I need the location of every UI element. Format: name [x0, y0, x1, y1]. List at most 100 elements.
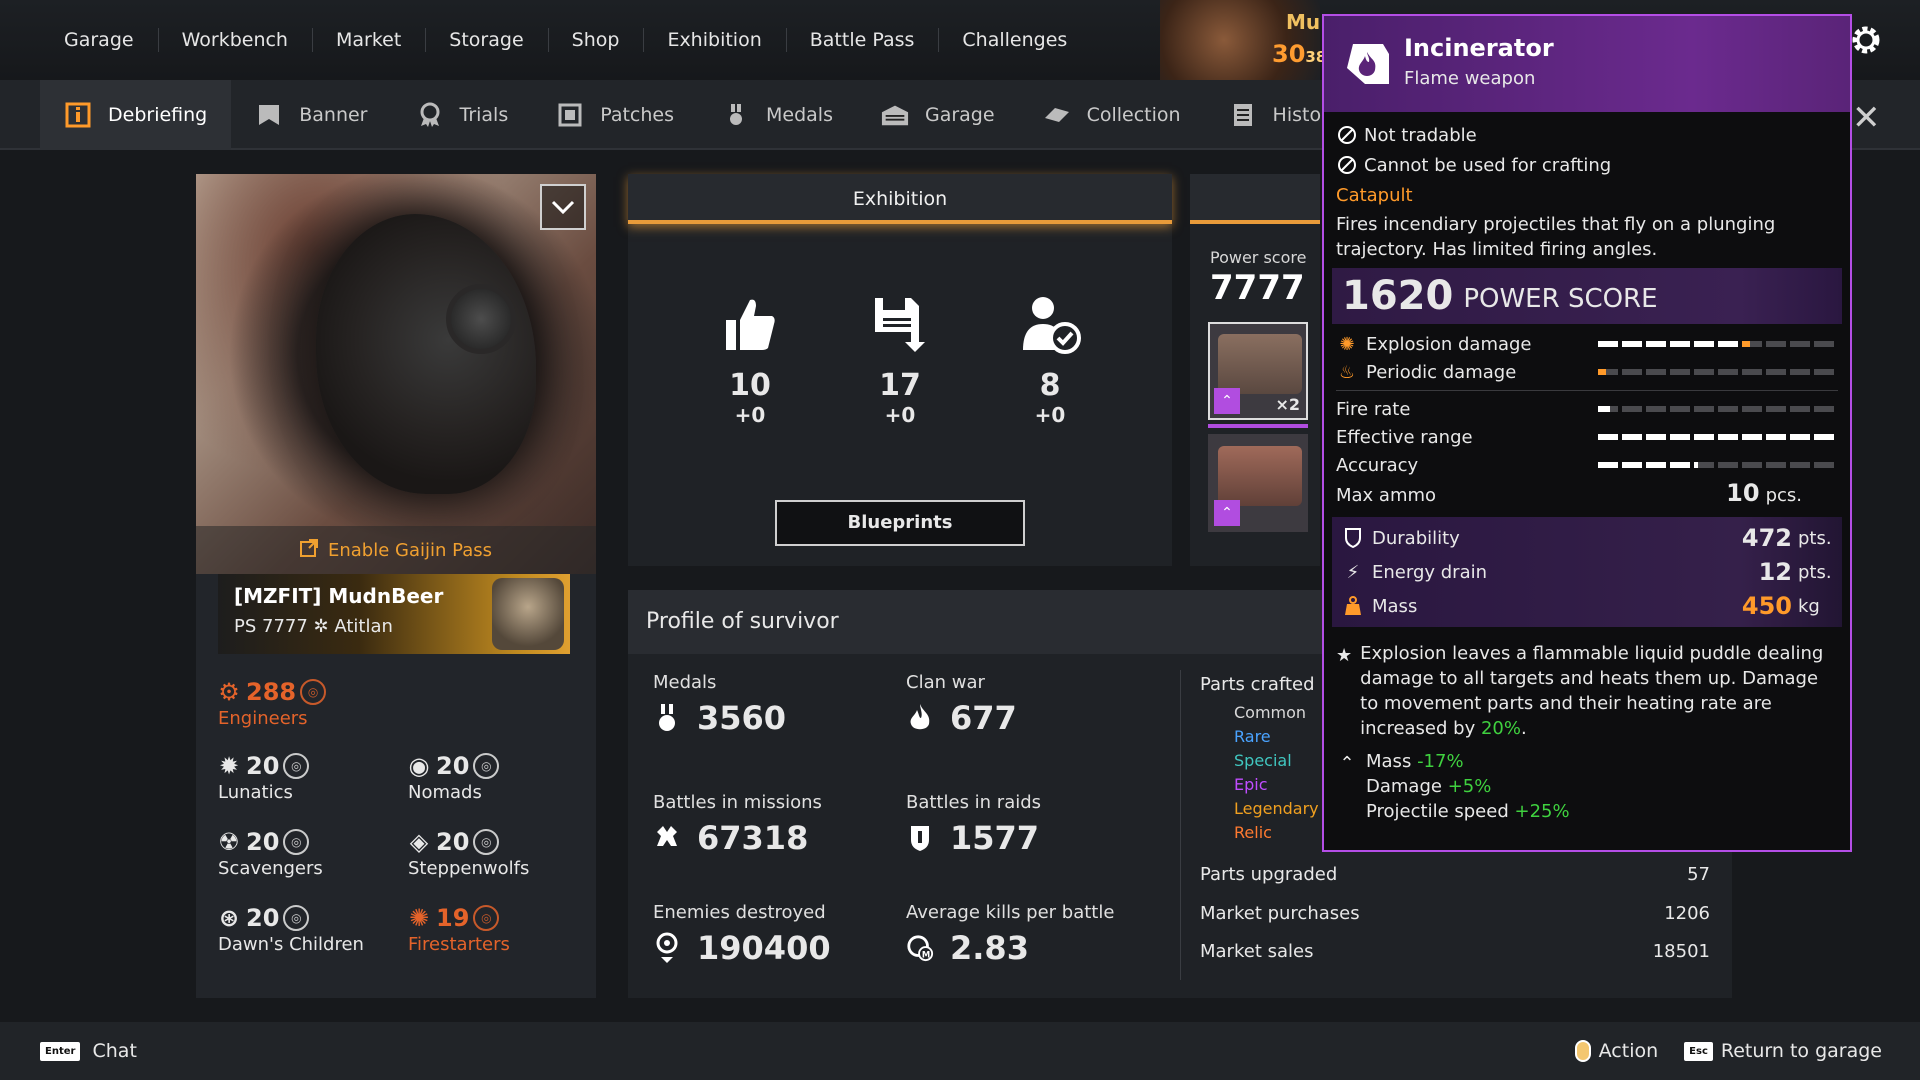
- power-panel-header: [1190, 174, 1320, 224]
- part-count: ×2: [1275, 395, 1300, 414]
- not-tradable-icon: [1336, 125, 1358, 145]
- portrait-dropdown-button[interactable]: [540, 184, 586, 230]
- engineers-icon: ⚙: [218, 678, 240, 706]
- bar-segment-fill: [1814, 434, 1834, 440]
- bar-segment: [1814, 369, 1834, 375]
- collection-icon: [1043, 101, 1071, 129]
- tab-banner[interactable]: Banner: [231, 80, 391, 150]
- nav-workbench[interactable]: Workbench: [157, 25, 312, 55]
- not-tradable-line: Not tradable: [1336, 120, 1838, 150]
- nav-shop[interactable]: Shop: [547, 25, 644, 55]
- bar-segment-fill: [1598, 462, 1618, 468]
- no-crafting-line: Cannot be used for crafting: [1336, 150, 1838, 180]
- gear-icon[interactable]: [1848, 22, 1884, 62]
- bar-segment: [1718, 462, 1738, 468]
- part-card-second[interactable]: ⌃: [1208, 434, 1308, 532]
- bar-segment: [1622, 341, 1642, 347]
- bar-segment: [1742, 462, 1762, 468]
- bar-segment: [1790, 434, 1810, 440]
- tab-label: Trials: [459, 104, 509, 126]
- bar-segment: [1718, 406, 1738, 412]
- steppenwolfs-icon: ◈: [409, 828, 429, 856]
- bar-segment: [1622, 434, 1642, 440]
- exhibition-saves: 17 +0: [840, 294, 960, 427]
- tab-patches[interactable]: Patches: [532, 80, 698, 150]
- gaijin-pass-label: Enable Gaijin Pass: [328, 539, 492, 561]
- power-score-panel: Power score 7777 ⌃ ×2 ⌃: [1190, 174, 1320, 566]
- rarity-special: Special: [1234, 751, 1292, 770]
- firestarters-icon: ✺: [408, 904, 430, 932]
- stat-avg-kills: Average kills per battle M 2.83: [906, 902, 1115, 967]
- missions-icon: [653, 824, 681, 852]
- tab-trials[interactable]: Trials: [392, 80, 533, 150]
- bar-segment: [1646, 406, 1666, 412]
- close-icon[interactable]: ✕: [1852, 98, 1881, 138]
- bar-segment: [1814, 462, 1834, 468]
- bar-segment-fill: [1646, 434, 1666, 440]
- bar-segment: [1742, 341, 1762, 347]
- action-button[interactable]: Action: [1574, 1040, 1658, 1062]
- bar-segment: [1646, 341, 1666, 347]
- epic-rarity-icon: ⌃: [1214, 500, 1240, 526]
- bar-segment: [1598, 341, 1618, 347]
- rank-ring-icon: ◎: [283, 905, 310, 931]
- bar-segment: [1598, 369, 1618, 375]
- lunatics-icon: ✹: [218, 752, 240, 780]
- epic-rarity-icon: ⌃: [1214, 388, 1240, 414]
- tab-label: Debriefing: [108, 104, 208, 126]
- nav-garage[interactable]: Garage: [40, 25, 158, 55]
- bar-periodic-damage: ♨ Periodic damage: [1336, 358, 1838, 386]
- patches-icon: [556, 101, 584, 129]
- tab-garage[interactable]: Garage: [857, 80, 1019, 150]
- player-nameplate: [MZFIT] MudnBeer PS 7777 ✲ Atitlan: [218, 574, 570, 654]
- chat-label: Chat: [92, 1040, 137, 1062]
- rarity-relic: Relic: [1234, 823, 1272, 842]
- return-label: Return to garage: [1720, 1040, 1882, 1062]
- bar-segment: [1646, 434, 1666, 440]
- bar-segment: [1694, 369, 1714, 375]
- faction-engineers: ⚙ 288 ◎ Engineers: [218, 678, 327, 729]
- bar-segment: [1670, 434, 1690, 440]
- bottom-actions: Action Esc Return to garage: [1574, 1040, 1882, 1062]
- blueprints-button[interactable]: Blueprints: [775, 500, 1025, 546]
- rarity-rare: Rare: [1234, 727, 1271, 746]
- tooltip-subtitle: Flame weapon: [1404, 68, 1536, 89]
- return-to-garage-button[interactable]: Esc Return to garage: [1684, 1040, 1882, 1062]
- bar-segment: [1766, 462, 1786, 468]
- upgrade-chevron-icon: ⌃: [1339, 753, 1355, 774]
- bar-segment: [1790, 341, 1810, 347]
- history-icon: [1229, 101, 1257, 129]
- bar-segment-fill: [1742, 434, 1762, 440]
- chat-button[interactable]: Enter Chat: [40, 1040, 137, 1062]
- player-ps: PS 7777 ✲ Atitlan: [234, 616, 393, 637]
- bar-segment-fill: [1694, 434, 1714, 440]
- gaijin-pass-link[interactable]: Enable Gaijin Pass: [196, 526, 596, 574]
- bar-segment: [1814, 434, 1834, 440]
- nav-exhibition[interactable]: Exhibition: [643, 25, 785, 55]
- item-tooltip: Incinerator Flame weapon Not tradable Ca…: [1322, 14, 1852, 852]
- part-card-incinerator[interactable]: ⌃ ×2: [1208, 322, 1308, 420]
- external-link-icon: [300, 538, 318, 562]
- rarity-epic: Epic: [1234, 775, 1268, 794]
- mouse-icon: [1574, 1040, 1591, 1062]
- tab-medals[interactable]: Medals: [698, 80, 857, 150]
- nav-challenges[interactable]: Challenges: [938, 25, 1091, 55]
- dawns-children-icon: ⊛: [218, 904, 240, 932]
- bar-fire-rate: Fire rate: [1336, 395, 1838, 423]
- flame-weapon-icon: [1342, 36, 1394, 92]
- nav-storage[interactable]: Storage: [425, 25, 547, 55]
- bar-segment-fill: [1670, 462, 1690, 468]
- accuracy-bar: [1598, 462, 1838, 468]
- nav-market[interactable]: Market: [311, 25, 425, 55]
- scavengers-icon: ☢: [218, 828, 240, 856]
- medal-icon: [653, 704, 681, 732]
- tab-debriefing[interactable]: Debriefing: [40, 80, 232, 150]
- bar-segment: [1598, 406, 1618, 412]
- rarity-legendary: Legendary: [1234, 799, 1319, 818]
- bar-explosion-damage: ✺ Explosion damage: [1336, 330, 1838, 358]
- tab-collection[interactable]: Collection: [1019, 80, 1205, 150]
- nav-battle-pass[interactable]: Battle Pass: [785, 25, 939, 55]
- exhibition-panel: Exhibition 10 +0 17 +0 8 +0 Blueprints: [628, 174, 1172, 566]
- exhibition-approvals: 8 +0: [990, 294, 1110, 427]
- rank-ring-icon: ◎: [473, 905, 500, 931]
